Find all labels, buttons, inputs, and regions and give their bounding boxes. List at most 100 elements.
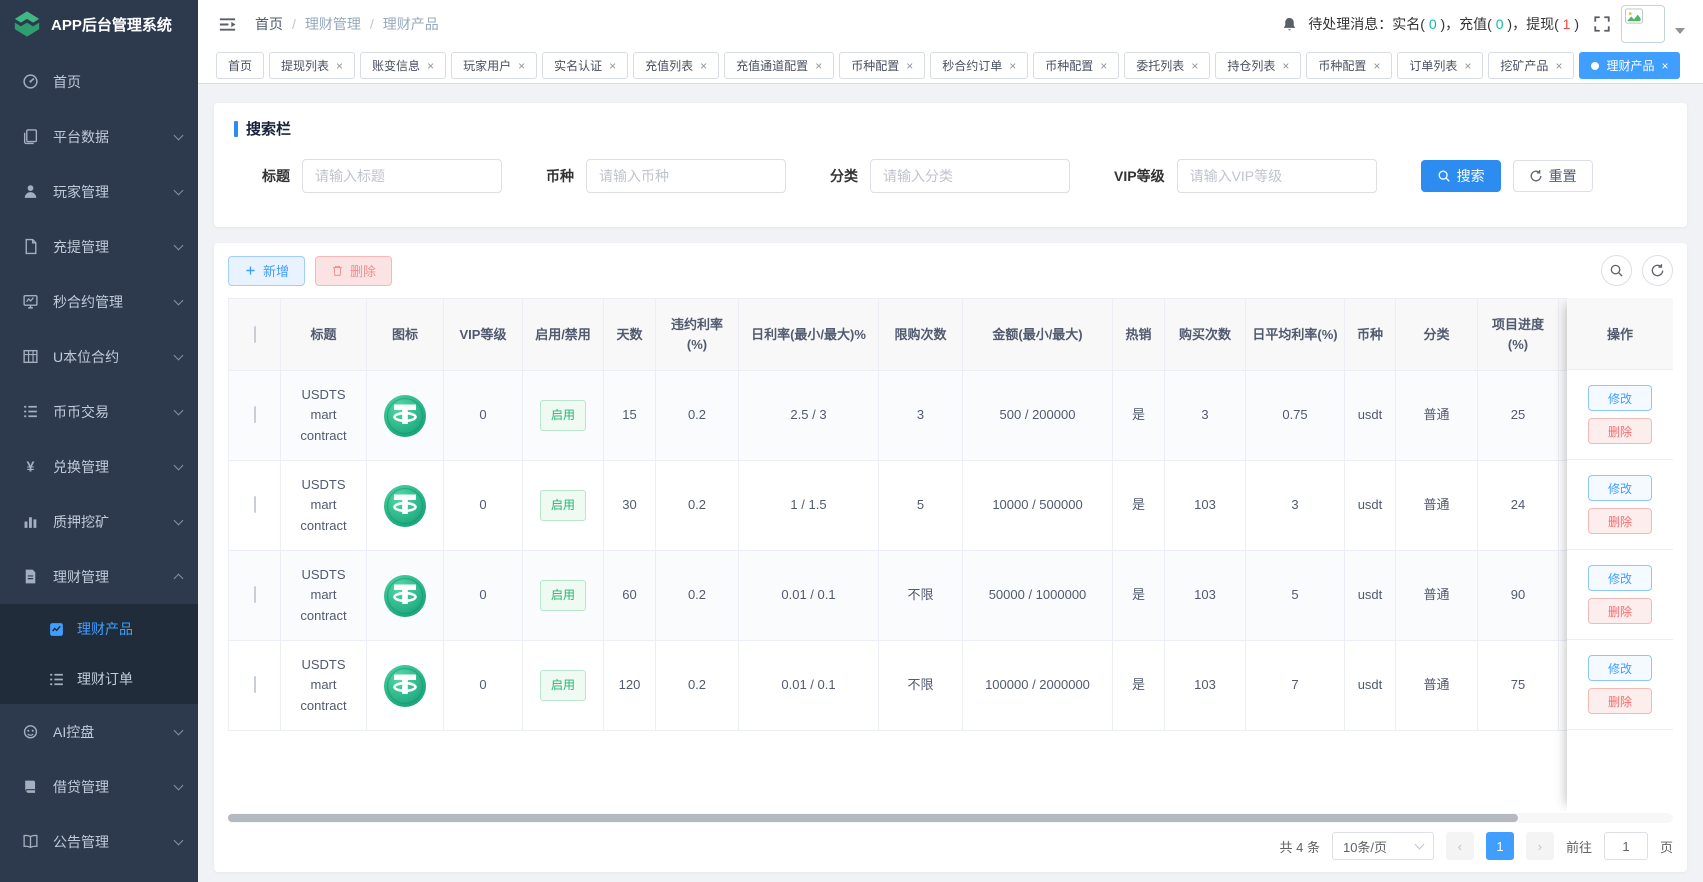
prev-page-button[interactable]: ‹	[1446, 832, 1474, 860]
table-refresh-button[interactable]	[1642, 255, 1673, 286]
breadcrumb-item: 理财产品	[383, 14, 439, 34]
delete-button[interactable]: 删除	[315, 256, 392, 286]
cell-purchase_limit: 不限	[879, 551, 963, 641]
row-delete-button[interactable]: 删除	[1588, 688, 1652, 714]
tab-kyc[interactable]: 实名认证×	[542, 52, 628, 79]
sidebar-subitem-wealth-orders[interactable]: 理财订单	[0, 654, 198, 704]
row-checkbox[interactable]	[254, 586, 256, 603]
sidebar-item-lending[interactable]: 借贷管理	[0, 759, 198, 814]
page-size-select[interactable]: 10条/页	[1332, 832, 1434, 860]
tab-account-changes[interactable]: 账变信息×	[360, 52, 446, 79]
user-menu-caret-icon[interactable]	[1675, 28, 1685, 34]
reset-button[interactable]: 重置	[1513, 160, 1593, 192]
tab-close-icon[interactable]: ×	[1373, 60, 1380, 72]
sidebar-item-u-contract[interactable]: U本位合约	[0, 329, 198, 384]
platform-data-icon	[22, 128, 39, 145]
add-button[interactable]: 新增	[228, 256, 305, 286]
pagination: 共 4 条 10条/页 ‹ 1 › 前往 页	[228, 832, 1673, 860]
sidebar-item-spot-trading[interactable]: 币币交易	[0, 384, 198, 439]
cell-coin: usdt	[1345, 641, 1396, 731]
horizontal-scrollbar-thumb[interactable]	[228, 814, 1518, 822]
page-1-button[interactable]: 1	[1486, 832, 1514, 860]
tether-coin-icon	[383, 497, 427, 512]
breadcrumb-separator: /	[292, 16, 296, 32]
vip-level-input[interactable]	[1177, 159, 1377, 193]
row-checkbox[interactable]	[254, 676, 256, 693]
title-input[interactable]	[302, 159, 502, 193]
tab-position-list[interactable]: 持仓列表×	[1215, 52, 1301, 79]
next-page-button[interactable]: ›	[1526, 832, 1554, 860]
tab-player-users[interactable]: 玩家用户×	[451, 52, 537, 79]
modify-button[interactable]: 修改	[1588, 385, 1652, 411]
tab-deposit-list[interactable]: 充值列表×	[633, 52, 719, 79]
tab-wealth-products[interactable]: 理财产品×	[1579, 52, 1680, 79]
col-purchase_limit: 限购次数	[879, 299, 963, 371]
tab-coin-config-1[interactable]: 币种配置×	[839, 52, 925, 79]
tab-close-icon[interactable]: ×	[815, 60, 822, 72]
tab-order-list[interactable]: 订单列表×	[1397, 52, 1483, 79]
tab-coin-config-2[interactable]: 币种配置×	[1033, 52, 1119, 79]
cell-title: USDTS mart contract	[281, 551, 367, 641]
tab-close-icon[interactable]: ×	[1009, 60, 1016, 72]
modify-button[interactable]: 修改	[1588, 475, 1652, 501]
tab-coin-config-3[interactable]: 币种配置×	[1306, 52, 1392, 79]
tab-close-icon[interactable]: ×	[1555, 60, 1562, 72]
tab-close-icon[interactable]: ×	[1282, 60, 1289, 72]
tab-close-icon[interactable]: ×	[1100, 60, 1107, 72]
fullscreen-icon[interactable]	[1593, 15, 1611, 33]
sidebar-item-ai-control[interactable]: AI控盘	[0, 704, 198, 759]
table-search-button[interactable]	[1601, 255, 1632, 286]
main-area: 首页/理财管理/理财产品 待处理消息：实名( 0 )，充值( 0 )，提现( 1…	[198, 0, 1703, 882]
avatar[interactable]	[1621, 5, 1665, 43]
sidebar-collapse-icon[interactable]	[218, 15, 237, 34]
tab-deposit-channel-config[interactable]: 充值通道配置×	[724, 52, 834, 79]
search-icon	[1437, 169, 1451, 183]
row-delete-button[interactable]: 删除	[1588, 598, 1652, 624]
tab-close-icon[interactable]: ×	[609, 60, 616, 72]
modify-button[interactable]: 修改	[1588, 655, 1652, 681]
sidebar-item-exchange[interactable]: ¥兑换管理	[0, 439, 198, 494]
row-delete-button[interactable]: 删除	[1588, 418, 1652, 444]
exchange-icon: ¥	[22, 458, 39, 475]
bell-icon[interactable]	[1281, 16, 1298, 33]
breadcrumb-item[interactable]: 理财管理	[305, 14, 361, 34]
coin-input[interactable]	[586, 159, 786, 193]
row-checkbox[interactable]	[254, 496, 256, 513]
chevron-down-icon	[174, 240, 184, 250]
tab-mining-products[interactable]: 挖矿产品×	[1488, 52, 1574, 79]
tab-close-icon[interactable]: ×	[906, 60, 913, 72]
select-all-checkbox[interactable]	[254, 326, 256, 343]
tab-home[interactable]: 首页	[216, 52, 264, 79]
tab-close-icon[interactable]: ×	[336, 60, 343, 72]
row-delete-button[interactable]: 删除	[1588, 508, 1652, 534]
sidebar-item-seconds-contract[interactable]: 秒合约管理	[0, 274, 198, 329]
sidebar-item-deposit-withdraw[interactable]: 充提管理	[0, 219, 198, 274]
tab-close-icon[interactable]: ×	[1661, 60, 1668, 72]
row-checkbox[interactable]	[254, 406, 256, 423]
tab-close-icon[interactable]: ×	[700, 60, 707, 72]
tab-entrust-list[interactable]: 委托列表×	[1124, 52, 1210, 79]
modify-button[interactable]: 修改	[1588, 565, 1652, 591]
tab-withdraw-list[interactable]: 提现列表×	[269, 52, 355, 79]
sidebar-item-wealth[interactable]: 理财管理	[0, 549, 198, 604]
sidebar-subitem-wealth-products[interactable]: 理财产品	[0, 604, 198, 654]
sidebar-item-platform-data[interactable]: 平台数据	[0, 109, 198, 164]
sidebar-item-staking-mining[interactable]: 质押挖矿	[0, 494, 198, 549]
cell-default_rate: 0.2	[656, 641, 739, 731]
tab-close-icon[interactable]: ×	[1191, 60, 1198, 72]
tab-close-icon[interactable]: ×	[518, 60, 525, 72]
breadcrumb-item[interactable]: 首页	[255, 14, 283, 34]
category-input[interactable]	[870, 159, 1070, 193]
tab-close-icon[interactable]: ×	[1464, 60, 1471, 72]
goto-page-input[interactable]	[1604, 832, 1648, 860]
tab-seconds-orders[interactable]: 秒合约订单×	[930, 52, 1028, 79]
search-button[interactable]: 搜索	[1421, 160, 1501, 192]
sidebar-item-announcement[interactable]: 公告管理	[0, 814, 198, 869]
tether-coin-icon	[383, 407, 427, 422]
actions-column: 操作 修改删除修改删除修改删除修改删除	[1567, 298, 1673, 811]
field-label: VIP等级	[1114, 166, 1165, 186]
pagination-total: 共 4 条	[1280, 837, 1320, 856]
sidebar-item-home[interactable]: 首页	[0, 54, 198, 109]
sidebar-item-players[interactable]: 玩家管理	[0, 164, 198, 219]
tab-close-icon[interactable]: ×	[427, 60, 434, 72]
